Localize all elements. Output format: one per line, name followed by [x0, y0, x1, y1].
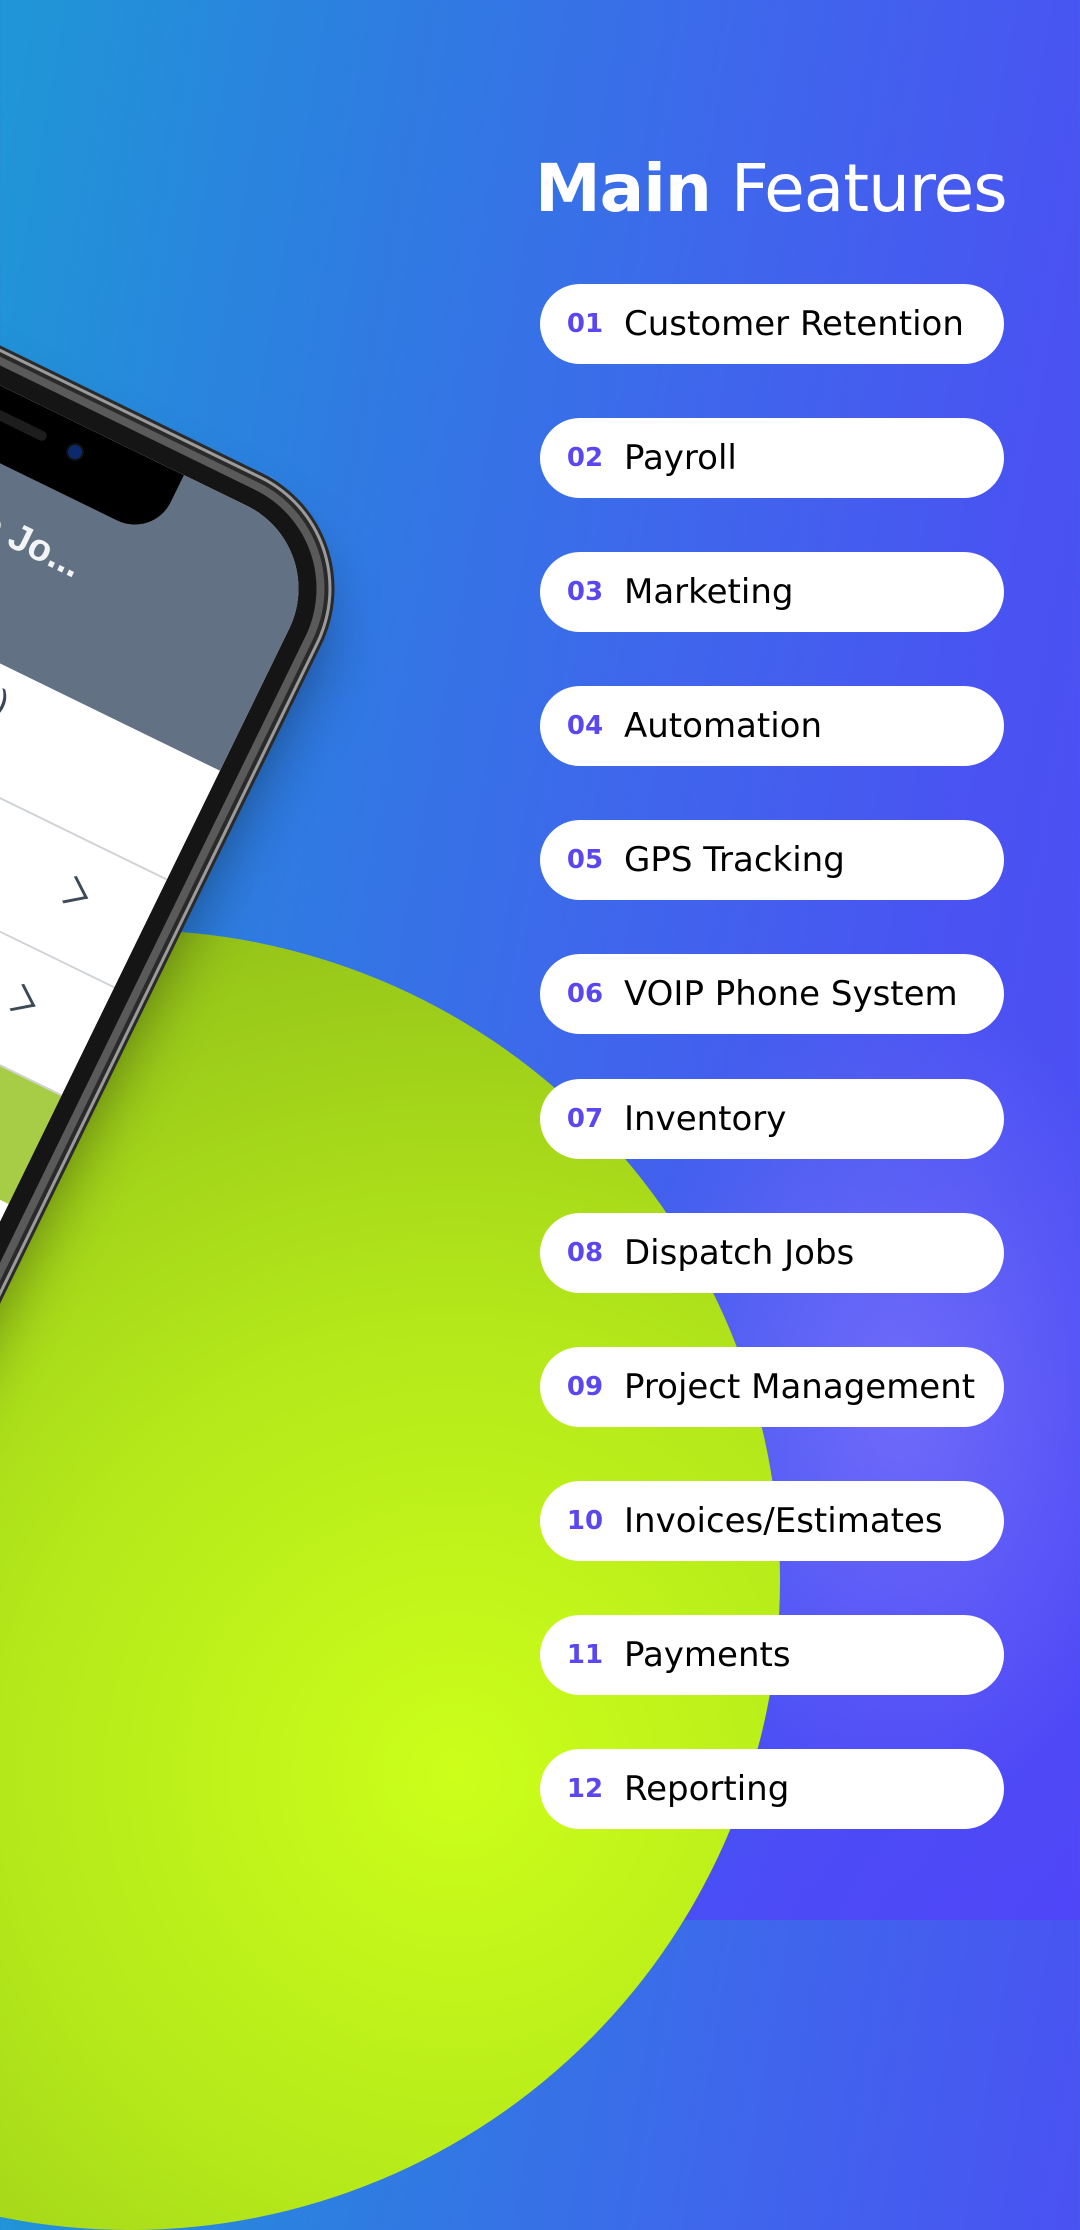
feature-label: Dispatch Jobs: [624, 1233, 855, 1273]
feature-label: VOIP Phone System: [624, 974, 958, 1014]
feature-number: 08: [566, 1238, 604, 1268]
feature-item: 03 Marketing: [540, 552, 1004, 632]
feature-item: 02 Payroll: [540, 418, 1004, 498]
feature-item: 05 GPS Tracking: [540, 820, 1004, 900]
feature-item: 12 Reporting: [540, 1749, 1004, 1829]
title-regular: Features: [730, 150, 1008, 227]
chevron-right-icon: [52, 876, 89, 904]
feature-label: Invoices/Estimates: [624, 1501, 943, 1541]
feature-number: 02: [566, 443, 604, 473]
feature-label: GPS Tracking: [624, 840, 845, 880]
feature-item: 10 Invoices/Estimates: [540, 1481, 1004, 1561]
feature-number: 12: [566, 1774, 604, 1804]
feature-item: 08 Dispatch Jobs: [540, 1213, 1004, 1293]
feature-item: 07 Inventory: [540, 1079, 1004, 1159]
feature-item: 06 VOIP Phone System: [540, 954, 1004, 1034]
feature-label: Customer Retention: [624, 304, 964, 344]
feature-number: 06: [566, 979, 604, 1009]
page-title: Main Features: [535, 150, 1008, 227]
feature-number: 09: [566, 1372, 604, 1402]
feature-item: 11 Payments: [540, 1615, 1004, 1695]
feature-number: 04: [566, 711, 604, 741]
feature-number: 07: [566, 1104, 604, 1134]
feature-label: Payroll: [624, 438, 737, 478]
feature-label: Payments: [624, 1635, 791, 1675]
feature-item: 09 Project Management: [540, 1347, 1004, 1427]
feature-number: 05: [566, 845, 604, 875]
feature-label: Automation: [624, 706, 823, 746]
camera-icon: [65, 442, 85, 462]
feature-item: 01 Customer Retention: [540, 284, 1004, 364]
feature-label: Project Management: [624, 1367, 976, 1407]
feature-number: 01: [566, 309, 604, 339]
chevron-right-icon: [0, 983, 36, 1012]
feature-item: 04 Automation: [540, 686, 1004, 766]
feature-number: 11: [566, 1640, 604, 1670]
speaker-icon: [0, 394, 49, 443]
title-bold: Main: [535, 150, 712, 227]
feature-number: 10: [566, 1506, 604, 1536]
feature-label: Inventory: [624, 1099, 787, 1139]
feature-label: Marketing: [624, 572, 794, 612]
feature-number: 03: [566, 577, 604, 607]
feature-label: Reporting: [624, 1769, 790, 1809]
